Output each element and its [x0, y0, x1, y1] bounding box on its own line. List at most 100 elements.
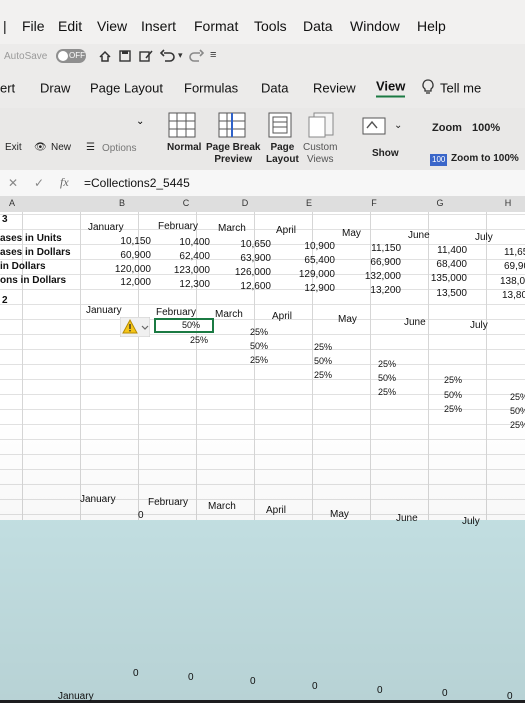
zoom-value[interactable]: 100%	[472, 122, 500, 134]
table-cell[interactable]: 12,600	[240, 281, 271, 293]
table-cell[interactable]: 126,000	[235, 267, 271, 279]
month-header[interactable]: May	[338, 314, 357, 326]
table-cell[interactable]: 135,000	[431, 273, 467, 285]
cancel-icon[interactable]: ✕	[8, 176, 18, 190]
table-cell[interactable]: 12,900	[304, 283, 335, 295]
formula-input[interactable]: =Collections2_5445	[84, 176, 190, 190]
menu-window[interactable]: Window	[350, 18, 400, 34]
month-header[interactable]: May	[330, 509, 349, 521]
page-break-preview-button[interactable]: Page Break Preview	[206, 142, 260, 166]
page-layout-button[interactable]: Page Layout	[266, 142, 299, 166]
menu-insert[interactable]: Insert	[141, 18, 176, 34]
table-cell[interactable]: 68,400	[436, 259, 467, 271]
custom-views-icon[interactable]	[308, 112, 334, 138]
exit-button[interactable]: Exit	[5, 142, 22, 154]
table-cell[interactable]: 10,400	[179, 237, 210, 249]
function-icon[interactable]: fx	[60, 175, 69, 190]
month-header[interactable]: July	[470, 320, 488, 332]
month-header[interactable]: June	[396, 513, 418, 525]
row-label[interactable]: ases in Units	[0, 233, 62, 245]
table-cell[interactable]: 25%	[510, 419, 525, 431]
table-cell[interactable]: 11,150	[371, 243, 401, 255]
redo-icon[interactable]	[188, 49, 204, 63]
table-cell[interactable]: 25%	[314, 369, 332, 381]
table-cell[interactable]: 0	[188, 672, 194, 684]
column-f[interactable]: F	[371, 198, 377, 208]
column-c[interactable]: C	[183, 198, 190, 208]
table-cell[interactable]: 10,150	[120, 236, 151, 248]
month-header[interactable]: March	[215, 309, 243, 321]
menu-edit[interactable]: Edit	[58, 18, 82, 34]
table-cell[interactable]: 0	[133, 668, 139, 680]
save-icon[interactable]	[118, 49, 132, 63]
column-a[interactable]: A	[9, 198, 15, 208]
month-header[interactable]: July	[462, 516, 480, 528]
sheet-view-dropdown[interactable]: ⌄	[0, 108, 160, 136]
customize-icon[interactable]: ≡	[210, 49, 216, 61]
table-cell[interactable]: 25%	[250, 326, 268, 338]
table-cell[interactable]: 66,900	[370, 257, 401, 269]
month-header[interactable]: April	[266, 505, 286, 517]
confirm-icon[interactable]: ✓	[34, 176, 44, 190]
zoom-to-100-button[interactable]: Zoom to 100%	[451, 153, 519, 165]
table-cell[interactable]: 132,000	[365, 271, 401, 283]
menu-data[interactable]: Data	[303, 18, 333, 34]
show-button[interactable]: Show	[372, 148, 399, 160]
month-header[interactable]: February	[158, 221, 198, 233]
show-icon[interactable]	[362, 114, 392, 136]
month-header[interactable]: March	[218, 223, 246, 235]
menu-file[interactable]: File	[22, 18, 45, 34]
selected-cell-value[interactable]: 50%	[182, 319, 200, 331]
month-header[interactable]: January	[86, 305, 122, 317]
table-cell[interactable]: 0	[312, 681, 318, 693]
month-header[interactable]: February	[148, 497, 188, 509]
month-header[interactable]: April	[272, 311, 292, 323]
table-cell[interactable]: 0	[377, 685, 383, 697]
table-cell[interactable]: 69,90	[504, 261, 525, 273]
tab-data[interactable]: Data	[261, 81, 288, 96]
month-header[interactable]: May	[342, 228, 361, 240]
page-layout-icon[interactable]	[268, 112, 292, 138]
column-b[interactable]: B	[119, 198, 125, 208]
month-header[interactable]: March	[208, 501, 236, 513]
table-cell[interactable]: 129,000	[299, 269, 335, 281]
tab-review[interactable]: Review	[313, 81, 356, 96]
tab-insert[interactable]: ert	[0, 81, 15, 96]
table-cell[interactable]: 10,650	[240, 239, 271, 251]
month-header[interactable]: July	[475, 232, 493, 244]
table-cell[interactable]: 12,300	[179, 279, 210, 291]
menu-format[interactable]: Format	[194, 18, 238, 34]
table-cell[interactable]: 63,900	[240, 253, 271, 265]
month-header[interactable]: January	[80, 494, 116, 506]
table-cell[interactable]: 138,00	[500, 276, 525, 288]
row-label[interactable]: ons in Dollars	[0, 275, 66, 287]
table-cell[interactable]: 50%	[250, 340, 268, 352]
table-cell[interactable]: 60,900	[120, 250, 151, 262]
normal-view-icon[interactable]	[168, 112, 196, 138]
row-label[interactable]: ases in Dollars	[0, 247, 71, 259]
row-label[interactable]: in Dollars	[0, 261, 46, 273]
table-cell[interactable]: 50%	[314, 355, 332, 367]
chart-area[interactable]	[0, 520, 525, 700]
tab-formulas[interactable]: Formulas	[184, 81, 238, 96]
table-cell[interactable]: 10,900	[304, 241, 335, 253]
table-cell[interactable]: 25%	[444, 374, 462, 386]
menu-view[interactable]: View	[97, 18, 127, 34]
column-g[interactable]: G	[436, 198, 443, 208]
column-d[interactable]: D	[242, 198, 249, 208]
table-cell[interactable]: 0	[250, 676, 256, 688]
table-cell[interactable]: 13,80	[502, 290, 525, 302]
table-cell[interactable]: 50%	[510, 405, 525, 417]
table-cell[interactable]: 50%	[378, 372, 396, 384]
table-cell[interactable]: 0	[138, 510, 144, 522]
custom-views-button[interactable]: Custom Views	[303, 142, 337, 166]
normal-view-button[interactable]: Normal	[167, 142, 201, 154]
table-cell[interactable]: 123,000	[174, 265, 210, 277]
table-cell[interactable]: 0	[507, 691, 513, 703]
tab-page-layout[interactable]: Page Layout	[90, 81, 163, 96]
month-header[interactable]: January	[88, 222, 124, 234]
menu-tools[interactable]: Tools	[254, 18, 287, 34]
column-e[interactable]: E	[306, 198, 312, 208]
options-button[interactable]: Options	[102, 143, 136, 155]
table-cell[interactable]: 50%	[444, 389, 462, 401]
